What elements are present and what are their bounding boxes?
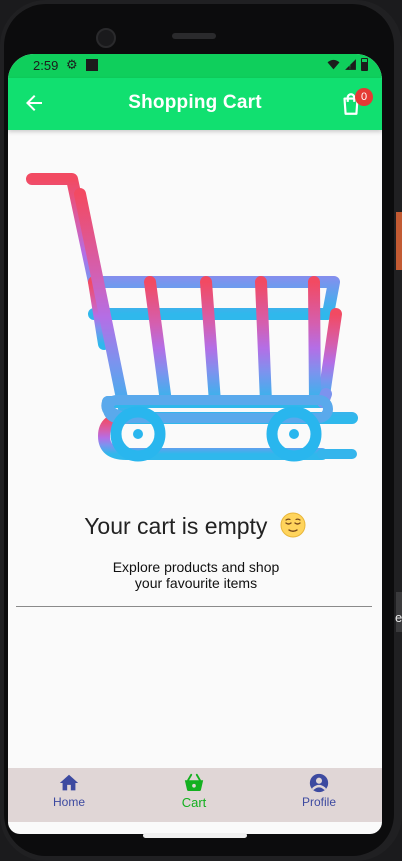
relieved-face-icon xyxy=(280,512,306,538)
nav-item-label: Cart xyxy=(181,795,207,810)
camera-icon xyxy=(96,28,116,48)
status-indicators: ! xyxy=(327,58,368,71)
wifi-icon xyxy=(327,59,340,70)
signal-icon: ! xyxy=(345,59,356,71)
empty-cart-subtitle: Explore products and shop your favourite… xyxy=(112,559,280,591)
app-bar: Shopping Cart 0 xyxy=(8,78,382,130)
nav-item-cart[interactable]: Cart xyxy=(144,772,244,810)
battery-icon xyxy=(361,58,368,71)
offscreen-text: e xyxy=(395,610,402,625)
square-icon xyxy=(86,59,98,71)
empty-cart-title-text: Your cart is empty xyxy=(84,513,268,539)
empty-cart-title: Your cart is empty xyxy=(8,512,382,540)
cart-badge: 0 xyxy=(355,88,373,106)
nav-item-label: Profile xyxy=(301,795,336,809)
basket-icon xyxy=(184,773,204,791)
status-time: 2:59 xyxy=(33,58,59,73)
right-wheel-icon xyxy=(266,406,322,462)
status-bar: 2:59 ⚙ ! xyxy=(8,54,382,78)
account-circle-icon xyxy=(309,773,329,793)
divider xyxy=(16,606,372,607)
phone-frame: e 2:59 ⚙ ! Shopping Cart 0 Your cart is … xyxy=(0,0,402,861)
nav-item-home[interactable]: Home xyxy=(19,772,119,809)
home-gesture-bar[interactable] xyxy=(143,833,247,838)
power-button[interactable] xyxy=(396,212,402,270)
gear-icon: ⚙ xyxy=(66,57,78,72)
home-icon xyxy=(59,774,79,791)
nav-item-label: Home xyxy=(52,795,85,809)
svg-text:!: ! xyxy=(349,65,351,71)
nav-item-profile[interactable]: Profile xyxy=(269,772,369,809)
page-title: Shopping Cart xyxy=(128,92,262,113)
left-wheel-icon xyxy=(110,406,166,462)
bottom-navigation: Home Cart Profile xyxy=(8,768,382,822)
app-screen: 2:59 ⚙ ! Shopping Cart 0 Your cart is em… xyxy=(8,54,382,834)
speaker-grille xyxy=(172,33,216,39)
